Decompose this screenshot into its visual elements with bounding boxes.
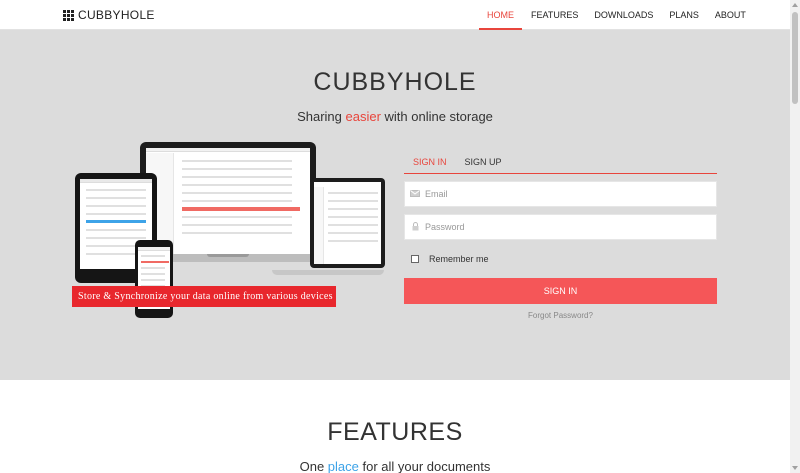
auth-tabs: SIGN IN SIGN UP: [404, 150, 717, 174]
laptop-image: [140, 142, 316, 255]
main-nav: HOME FEATURES DOWNLOADS PLANS ABOUT: [479, 0, 754, 30]
top-navbar: CUBBYHOLE HOME FEATURES DOWNLOADS PLANS …: [0, 0, 790, 30]
nav-item-downloads[interactable]: DOWNLOADS: [586, 0, 661, 30]
email-input[interactable]: [425, 189, 705, 199]
brand-name: CUBBYHOLE: [78, 8, 155, 22]
page-scrollbar[interactable]: [790, 0, 800, 473]
promo-banner: Store & Synchronize your data online fro…: [72, 286, 336, 307]
sign-in-button[interactable]: SIGN IN: [404, 278, 717, 304]
remember-me[interactable]: Remember me: [411, 254, 489, 264]
nav-item-about[interactable]: ABOUT: [707, 0, 754, 30]
features-subtitle: One place for all your documents: [0, 459, 790, 473]
hero-subtitle-pre: Sharing: [297, 109, 346, 124]
features-subtitle-post: for all your documents: [358, 459, 491, 473]
features-subtitle-pre: One: [299, 459, 328, 473]
monitor-base: [272, 270, 384, 275]
brand-logo[interactable]: CUBBYHOLE: [63, 8, 155, 22]
tab-sign-in[interactable]: SIGN IN: [404, 150, 456, 173]
hero-subtitle-post: with online storage: [380, 109, 493, 124]
envelope-icon: [405, 189, 425, 199]
email-field[interactable]: [404, 181, 717, 207]
scroll-up-icon[interactable]: [792, 3, 798, 7]
features-subtitle-accent: place: [327, 459, 359, 473]
forgot-password-link[interactable]: Forgot Password?: [404, 311, 717, 320]
hero-subtitle: Sharing easier with online storage: [0, 109, 790, 124]
nav-item-features[interactable]: FEATURES: [522, 0, 586, 30]
hero-subtitle-accent: easier: [345, 109, 381, 124]
hero-title: CUBBYHOLE: [313, 68, 477, 96]
grid-icon: [63, 9, 74, 21]
tab-sign-up[interactable]: SIGN UP: [456, 150, 511, 173]
lock-icon: [405, 221, 425, 233]
remember-label: Remember me: [429, 254, 489, 264]
scroll-thumb[interactable]: [792, 12, 798, 104]
scroll-down-icon[interactable]: [792, 466, 798, 470]
features-title: FEATURES: [327, 418, 463, 446]
monitor-image: [310, 178, 385, 268]
password-input[interactable]: [425, 222, 705, 232]
nav-item-home[interactable]: HOME: [479, 0, 522, 30]
nav-item-plans[interactable]: PLANS: [661, 0, 707, 30]
password-field[interactable]: [404, 214, 717, 240]
remember-checkbox[interactable]: [411, 255, 419, 263]
